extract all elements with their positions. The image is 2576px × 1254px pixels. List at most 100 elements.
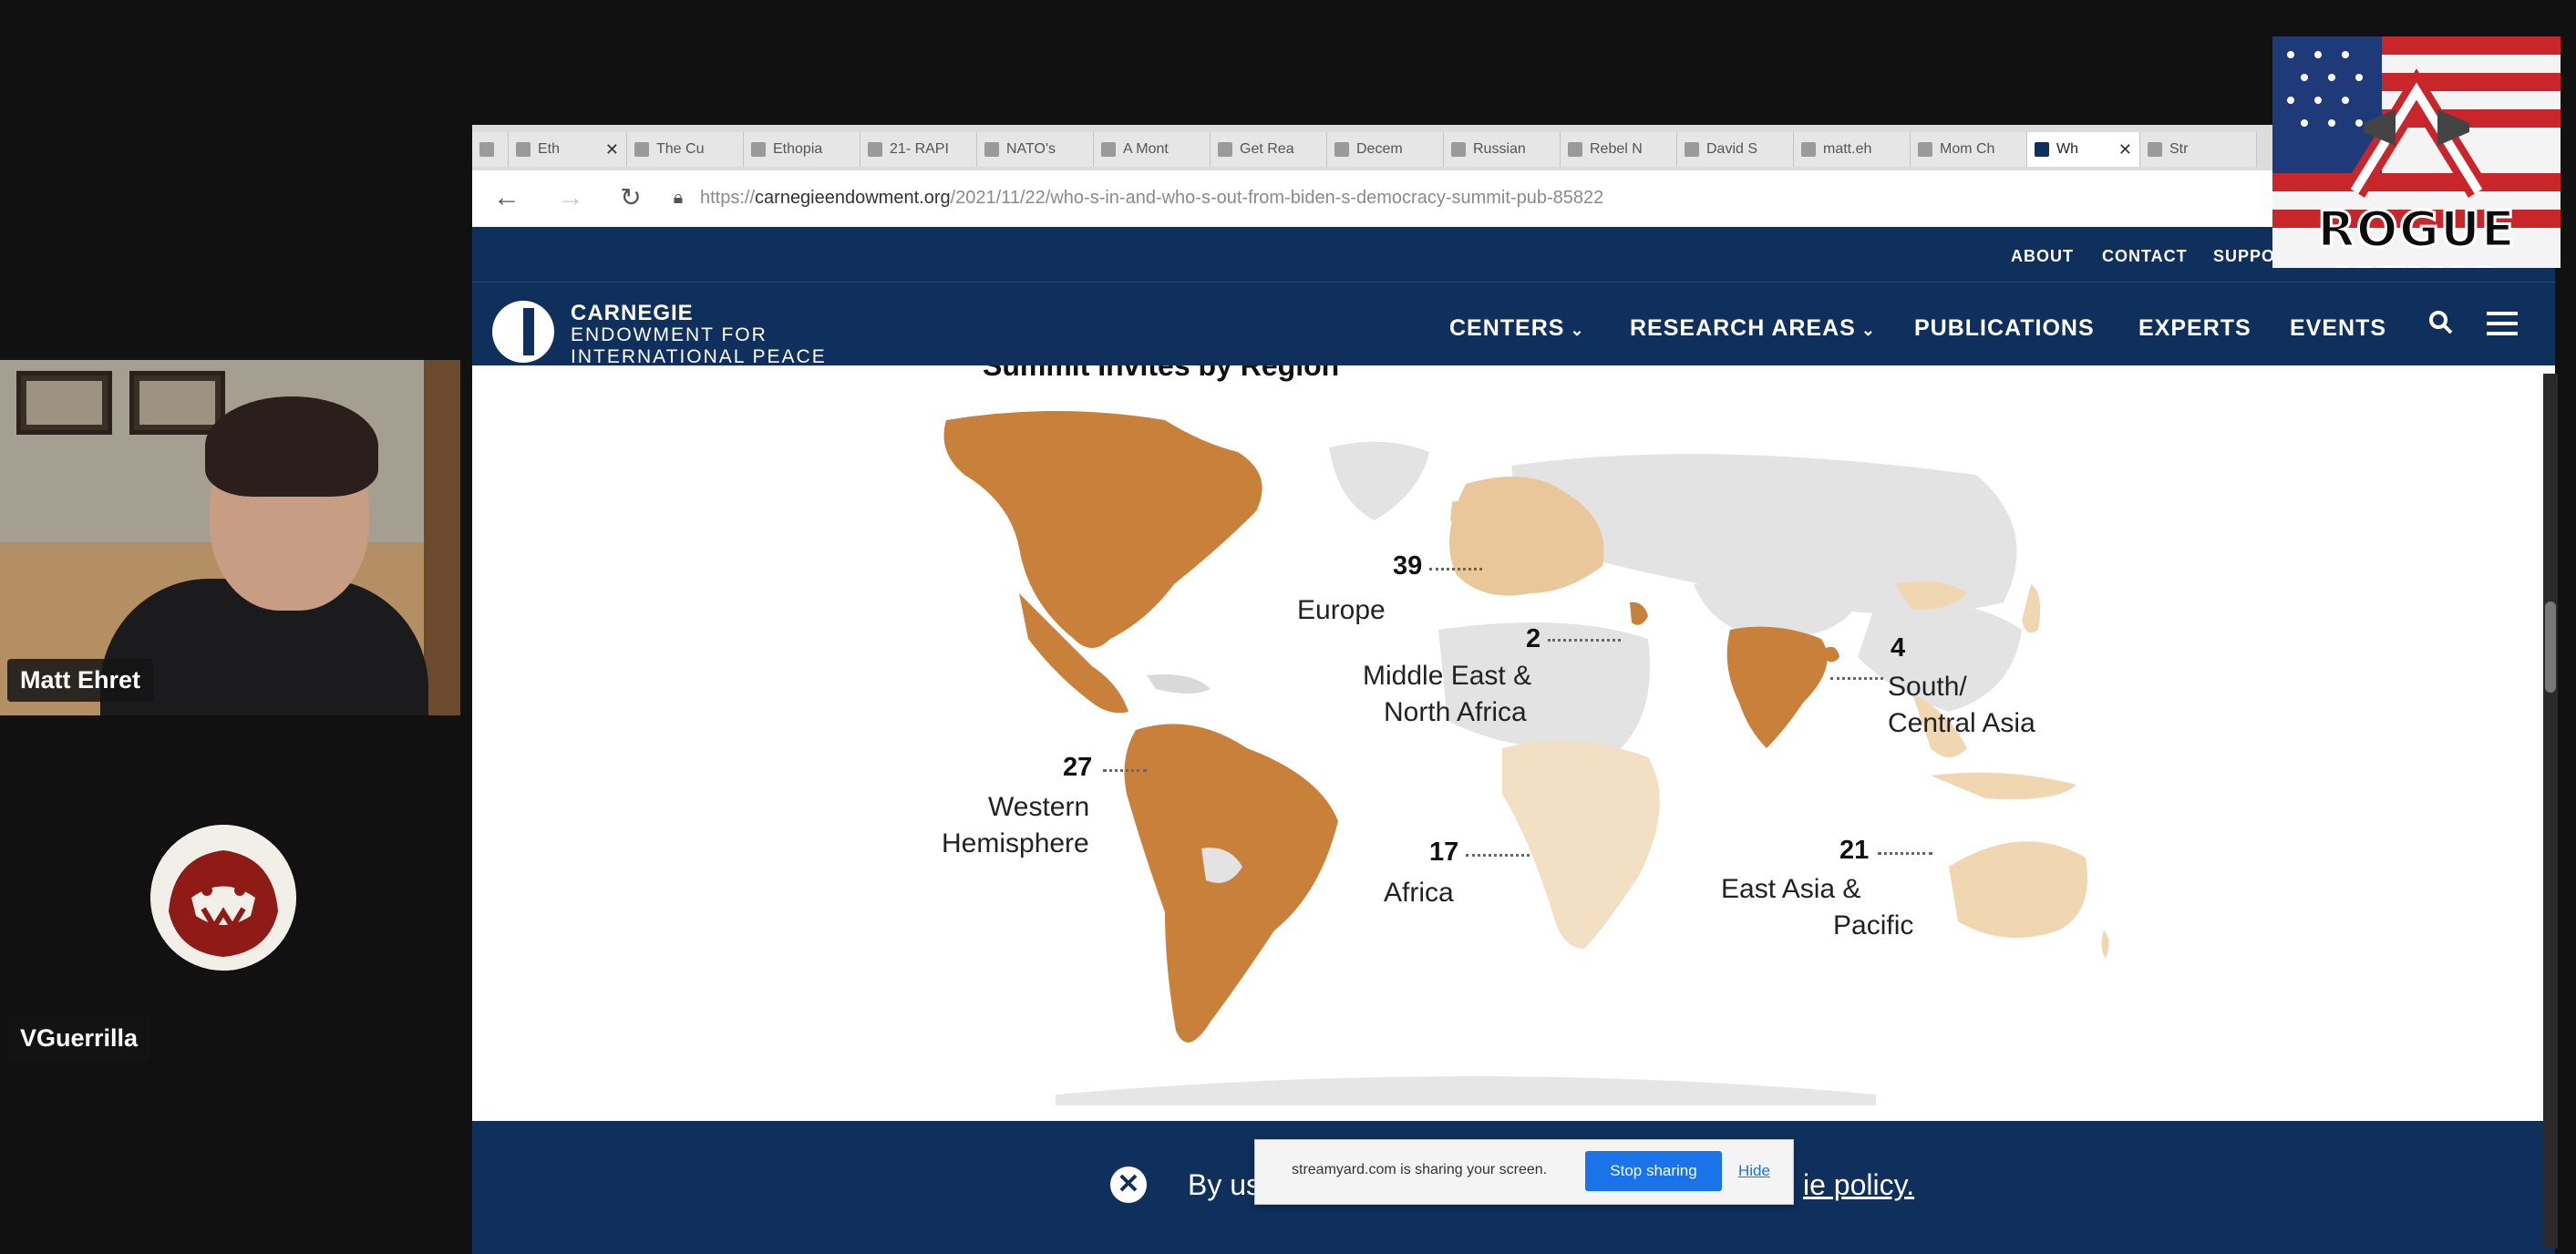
israel-shape <box>1630 601 1648 625</box>
about-link[interactable]: ABOUT <box>2011 247 2074 266</box>
browser-tab[interactable]: matt.eh <box>1794 132 1911 167</box>
picture-frame <box>129 371 225 435</box>
mena-label-line1: Middle East & <box>1363 661 1532 691</box>
nav-centers[interactable]: CENTERS ⌄ <box>1449 315 1585 342</box>
doc-icon <box>1218 142 1232 157</box>
carnegie-logo-icon[interactable] <box>492 301 554 363</box>
europe-leader-line <box>1429 568 1482 570</box>
browser-tab[interactable]: 21- RAPI <box>860 132 977 167</box>
browser-window: Eth ✕ The Cu Ethopia 21- RAPI NATO's A Mo… <box>472 125 2555 1254</box>
chevron-down-icon: ⌄ <box>1860 321 1876 339</box>
south-central-asia-label-line1: South/ <box>1888 672 1967 702</box>
south-central-asia-count: 4 <box>1891 633 1906 663</box>
tab-strip: Eth ✕ The Cu Ethopia 21- RAPI NATO's A Mo… <box>472 125 2555 170</box>
mena-count: 2 <box>1526 624 1541 653</box>
site-logo-text[interactable]: CARNEGIE ENDOWMENT FOR INTERNATIONAL PEA… <box>571 303 827 368</box>
close-icon[interactable]: ✕ <box>2118 140 2132 159</box>
browser-tab[interactable]: Ethopia <box>744 132 860 167</box>
gorilla-logo-icon <box>150 825 296 971</box>
avatar <box>150 825 296 971</box>
doc-icon <box>1801 142 1816 157</box>
world-map <box>943 411 2109 1105</box>
browser-tab[interactable]: The Cu <box>627 132 744 167</box>
indonesia-shape <box>1931 772 2076 799</box>
africa-leader-line <box>1466 854 1530 857</box>
page-scrollbar[interactable] <box>2543 374 2558 1249</box>
doc-icon <box>868 142 882 157</box>
screen-share-popup: streamyard.com is sharing your screen. S… <box>1254 1139 1794 1205</box>
browser-tab[interactable]: Rebel N <box>1561 132 1677 167</box>
doc-icon <box>984 142 999 157</box>
article-content: Summit Invites by Region 39 Europe 2 Mid… <box>472 365 2555 1105</box>
cookie-policy-link[interactable]: ie policy. <box>1803 1168 1914 1202</box>
doc-icon <box>516 142 531 157</box>
browser-tab[interactable]: Decem <box>1327 132 1444 167</box>
back-icon[interactable]: ← <box>490 181 523 214</box>
east-asia-pacific-label-line1: East Asia & <box>1721 874 1861 904</box>
sub-saharan-africa-shape <box>1502 741 1660 949</box>
africa-count: 17 <box>1429 838 1459 867</box>
doc-icon <box>1334 142 1349 157</box>
picture-frame <box>16 371 112 435</box>
browser-tab[interactable]: Russian <box>1444 132 1561 167</box>
rogue-news-text: ROGUE NEWS <box>2316 200 2517 269</box>
western-hemisphere-label-line2: Hemisphere <box>942 828 1089 858</box>
door <box>424 360 460 715</box>
browser-toolbar: ← → ↻ 🔒︎ https://carnegieendowment.org/2… <box>472 170 2555 228</box>
hide-link[interactable]: Hide <box>1738 1162 1770 1180</box>
browser-tab[interactable]: Eth ✕ <box>509 132 627 167</box>
western-hemisphere-count: 27 <box>1063 753 1093 782</box>
caribbean-shape <box>1147 674 1211 694</box>
mena-label-line2: North Africa <box>1384 697 1527 727</box>
south-central-asia-leader-line <box>1830 677 1883 680</box>
doc-icon <box>1451 142 1466 157</box>
address-bar[interactable]: https://carnegieendowment.org/2021/11/22… <box>700 180 2505 216</box>
doc-icon <box>751 142 766 157</box>
support-link[interactable]: SUPPO <box>2213 247 2275 266</box>
tab-actions-icon[interactable] <box>472 132 509 167</box>
doc-icon <box>1918 142 1932 157</box>
browser-tab[interactable]: Get Rea <box>1211 132 1327 167</box>
doc-icon <box>1685 142 1699 157</box>
europe-label: Europe <box>1297 595 1386 625</box>
contact-link[interactable]: CONTACT <box>2102 247 2188 266</box>
browser-tab[interactable]: David S <box>1677 132 1794 167</box>
maldives-shape <box>1825 646 1839 663</box>
north-america-shape <box>943 411 1262 648</box>
lock-icon[interactable]: 🔒︎ <box>662 181 695 214</box>
africa-label: Africa <box>1384 878 1454 908</box>
new-zealand-shape <box>2101 930 2109 958</box>
browser-tab-active[interactable]: Wh ✕ <box>2027 132 2140 167</box>
australia-shape <box>1949 841 2087 938</box>
nav-events[interactable]: EVENTS <box>2290 315 2386 342</box>
reload-icon[interactable]: ↻ <box>614 181 647 214</box>
close-icon[interactable]: ✕ <box>605 140 619 159</box>
browser-tab[interactable]: Mom Ch <box>1911 132 2027 167</box>
doc-icon <box>2148 142 2162 157</box>
western-hemisphere-leader-line <box>1103 769 1147 772</box>
india-shape <box>1726 626 1828 748</box>
nav-publications[interactable]: PUBLICATIONS <box>1914 315 2095 342</box>
scrollbar-thumb[interactable] <box>2545 601 2556 693</box>
close-icon[interactable]: ✕ <box>1110 1167 1147 1203</box>
east-asia-pacific-label-line2: Pacific <box>1833 910 1914 940</box>
nav-research-areas[interactable]: RESEARCH AREAS ⌄ <box>1630 315 1876 342</box>
south-america-shape <box>1124 724 1338 1043</box>
browser-tab[interactable]: A Mont <box>1094 132 1211 167</box>
chevron-down-icon: ⌄ <box>1570 321 1585 339</box>
nav-experts[interactable]: EXPERTS <box>2138 315 2251 342</box>
cookie-text: By us <box>1188 1168 1262 1201</box>
search-icon[interactable] <box>2428 310 2454 343</box>
site-main-nav: CARNEGIE ENDOWMENT FOR INTERNATIONAL PEA… <box>472 282 2555 368</box>
menu-icon[interactable] <box>2487 312 2518 342</box>
east-asia-pacific-leader-line <box>1878 852 1932 855</box>
western-hemisphere-label-line1: Western <box>988 792 1090 822</box>
carnegie-icon <box>2035 142 2049 157</box>
browser-tab[interactable]: Str <box>2140 132 2257 167</box>
forward-icon[interactable]: → <box>554 181 587 214</box>
antarctica-shape <box>1056 1076 1876 1105</box>
doc-icon <box>634 142 649 157</box>
browser-tab[interactable]: NATO's <box>977 132 1094 167</box>
stop-sharing-button[interactable]: Stop sharing <box>1585 1151 1722 1191</box>
greenland-shape <box>1329 441 1429 520</box>
